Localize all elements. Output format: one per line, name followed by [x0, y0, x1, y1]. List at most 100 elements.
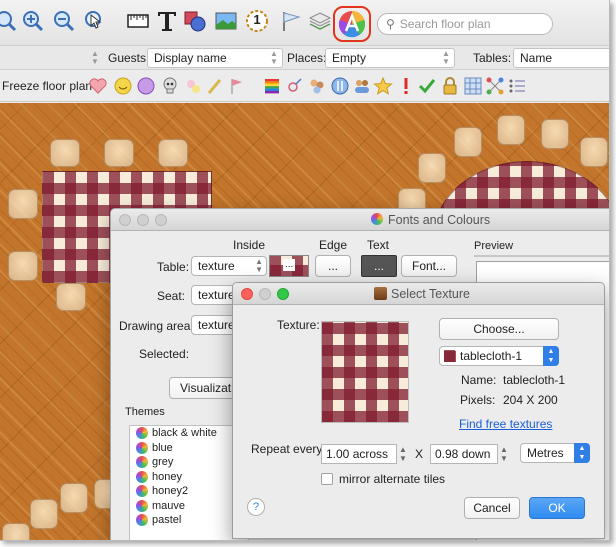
mirror-label[interactable]: mirror alternate tiles — [339, 472, 445, 486]
flag-marker-icon[interactable] — [227, 76, 247, 96]
texture-select-value: tablecloth-1 — [460, 349, 523, 363]
across-field[interactable]: 1.00 across — [321, 444, 397, 464]
mirror-checkbox[interactable] — [321, 473, 333, 485]
chevron-updown-icon[interactable]: ▲ ▼ — [269, 50, 279, 66]
purple-face-icon[interactable] — [136, 76, 156, 96]
fonts-colours-button[interactable] — [333, 6, 371, 42]
zoom-button[interactable] — [155, 214, 167, 226]
list-item[interactable]: grey — [130, 455, 248, 470]
choose-label: Choose... — [473, 322, 525, 336]
drawing-area-inside-value: texture — [198, 318, 235, 332]
layers-icon[interactable] — [308, 9, 332, 33]
checkmark-icon[interactable] — [417, 76, 437, 96]
gender-icon[interactable] — [285, 76, 305, 96]
skull-icon[interactable] — [160, 76, 180, 96]
group-icon[interactable] — [307, 76, 327, 96]
cancel-button[interactable]: Cancel — [464, 497, 520, 519]
text-tool-icon[interactable] — [155, 9, 179, 33]
seat[interactable] — [60, 483, 88, 513]
guests-select-value: Display name — [154, 51, 227, 65]
seat[interactable] — [158, 139, 188, 167]
fonts-colours-titlebar[interactable]: Fonts and Colours — [111, 209, 609, 231]
chevron-updown-icon[interactable]: ▲ ▼ — [441, 50, 451, 66]
grid-icon[interactable] — [463, 76, 483, 96]
unit-select[interactable]: Metres ▲ ▼ — [520, 443, 590, 463]
table-edge-label: ... — [327, 259, 338, 273]
smiley-icon[interactable] — [113, 76, 133, 96]
list-item[interactable]: mauve — [130, 499, 248, 514]
list-item[interactable]: pastel — [130, 513, 248, 528]
select-texture-titlebar[interactable]: Select Texture — [233, 283, 604, 305]
table-inside-select[interactable]: texture ▲ ▼ — [191, 256, 267, 276]
freeze-bar: Freeze floor plan — [0, 70, 609, 102]
zoom-minus-icon[interactable] — [52, 9, 76, 33]
seat[interactable] — [8, 189, 38, 219]
seat[interactable] — [541, 119, 569, 149]
list-item[interactable]: honey2 — [130, 484, 248, 499]
seat[interactable] — [56, 283, 86, 311]
seat-number-icon[interactable]: 1 — [245, 9, 269, 33]
down-field[interactable]: 0.98 down — [430, 444, 498, 464]
tables-select[interactable]: Name — [513, 48, 609, 68]
heart-icon[interactable] — [88, 76, 108, 96]
seat[interactable] — [30, 499, 58, 529]
flag-icon[interactable] — [279, 9, 303, 33]
pointer-icon[interactable] — [83, 9, 107, 33]
seat[interactable] — [104, 139, 134, 167]
tablecloth-icon — [444, 350, 456, 362]
rainbow-icon[interactable] — [262, 76, 282, 96]
minimize-button[interactable] — [259, 288, 271, 300]
zoom-button[interactable] — [277, 288, 289, 300]
baby-icon[interactable] — [183, 76, 203, 96]
search-input[interactable]: ⚲ Search floor plan — [377, 13, 553, 35]
image-icon[interactable] — [214, 9, 238, 33]
close-button[interactable] — [119, 214, 131, 226]
window-title: Fonts and Colours — [388, 213, 491, 227]
star-icon[interactable] — [373, 76, 393, 96]
repeat-every-label: Repeat every: — [251, 442, 326, 456]
themes-list[interactable]: black & white blue grey honey honey2 mau… — [129, 425, 249, 540]
exclamation-icon[interactable] — [396, 76, 416, 96]
guests-select[interactable]: Display name — [147, 48, 283, 68]
find-free-textures-link[interactable]: Find free textures — [459, 417, 552, 431]
down-value: 0.98 down — [435, 447, 491, 461]
zoom-in-icon[interactable] — [21, 9, 45, 33]
display-options-bar: ▲ ▼ Guests: Display name ▲ ▼ Places: Empty… — [0, 45, 609, 70]
table-text-colour-button[interactable]: ... — [361, 255, 397, 277]
lock-icon[interactable] — [440, 76, 460, 96]
minimize-button[interactable] — [137, 214, 149, 226]
seat[interactable] — [8, 251, 38, 281]
seat[interactable] — [2, 523, 30, 540]
network-icon[interactable] — [485, 76, 505, 96]
people-icon[interactable] — [352, 76, 372, 96]
help-button[interactable]: ? — [247, 498, 265, 516]
table-inside-swatch[interactable]: ... — [269, 255, 309, 277]
list-item[interactable]: black & white — [130, 426, 248, 441]
zoom-out-icon[interactable] — [0, 9, 18, 33]
texture-select[interactable]: tablecloth-1 ▲ ▼ — [439, 346, 559, 366]
close-button[interactable] — [241, 288, 253, 300]
meal-icon[interactable] — [330, 76, 350, 96]
seat[interactable] — [418, 153, 446, 183]
ok-button[interactable]: OK — [529, 497, 585, 519]
list-item[interactable]: blue — [130, 441, 248, 456]
theme-icon — [136, 427, 148, 440]
table-edge-colour-button[interactable]: ... — [315, 255, 351, 277]
list-item[interactable]: honey — [130, 470, 248, 485]
seat[interactable] — [50, 139, 80, 167]
seat[interactable] — [454, 127, 482, 157]
ruler-icon[interactable] — [126, 9, 150, 33]
freeze-floor-plan-label[interactable]: Freeze floor plan — [2, 79, 92, 93]
seat[interactable] — [497, 115, 525, 145]
seat[interactable] — [580, 137, 608, 167]
list-icon[interactable] — [507, 76, 527, 96]
places-select[interactable]: Empty — [325, 48, 455, 68]
down-stepper[interactable]: ▲ ▼ — [500, 445, 508, 463]
choose-button[interactable]: Choose... — [439, 318, 559, 340]
table-font-button[interactable]: Font... — [401, 255, 457, 277]
across-stepper[interactable]: ▲ ▼ — [399, 445, 407, 463]
wand-icon[interactable] — [205, 76, 225, 96]
shapes-icon[interactable] — [183, 9, 207, 33]
theme-icon — [136, 514, 148, 527]
chevron-updown-icon[interactable]: ▲ ▼ — [90, 50, 100, 66]
